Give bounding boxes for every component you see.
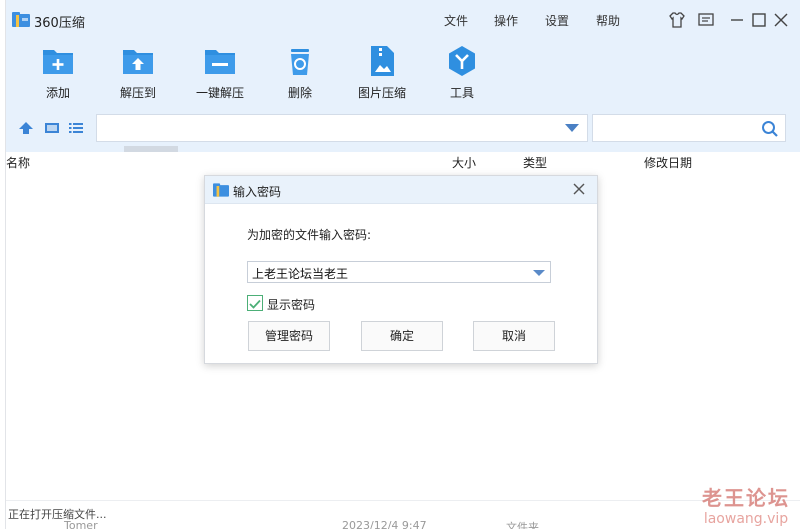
menu-settings[interactable]: 设置 xyxy=(545,12,569,29)
status-bar: 正在打开压缩文件... Tomer 2023/12/4 9:47 文件夹 xyxy=(6,500,800,529)
image-compress-button[interactable]: 图片压缩 xyxy=(342,44,422,100)
title-bar: 360压缩 文件 操作 设置 帮助 xyxy=(6,0,800,40)
delete-icon xyxy=(291,49,309,75)
ghost-row-date: 2023/12/4 9:47 xyxy=(342,519,427,529)
column-header: 名称 大小 类型 修改日期 xyxy=(6,152,800,172)
dialog-prompt: 为加密的文件输入密码: xyxy=(247,228,372,242)
watermark-sub: laowang.vip xyxy=(703,511,789,527)
up-arrow-icon[interactable] xyxy=(18,120,34,136)
extract-to-button[interactable]: 解压到 xyxy=(98,44,178,100)
top-toolbar-area: 360压缩 文件 操作 设置 帮助 添加 解压到 一键解压 删除 图片压缩 工具 xyxy=(6,0,800,152)
feedback-icon[interactable] xyxy=(697,11,715,29)
app-logo-icon xyxy=(12,12,30,27)
password-dropdown-chevron-icon[interactable] xyxy=(533,270,545,276)
add-folder-icon xyxy=(43,50,73,74)
cancel-button[interactable]: 取消 xyxy=(473,321,555,351)
tools-label: 工具 xyxy=(449,86,474,100)
list-view-icon[interactable] xyxy=(68,120,84,136)
menu-help[interactable]: 帮助 xyxy=(596,12,620,29)
app-logo-icon xyxy=(213,183,229,197)
tools-icon xyxy=(449,46,475,76)
add-button[interactable]: 添加 xyxy=(18,44,98,100)
app-title: 360压缩 xyxy=(34,16,85,31)
add-label: 添加 xyxy=(45,86,70,100)
password-input[interactable]: 上老王论坛当老王 xyxy=(247,261,551,283)
tools-button[interactable]: 工具 xyxy=(422,44,502,100)
menu-operation[interactable]: 操作 xyxy=(494,12,518,29)
navigation-row xyxy=(6,112,800,146)
image-compress-label: 图片压缩 xyxy=(357,86,406,100)
one-click-extract-icon xyxy=(205,50,235,74)
screen: 360压缩 文件 操作 设置 帮助 添加 解压到 一键解压 删除 图片压缩 工具… xyxy=(0,0,800,529)
delete-button[interactable]: 删除 xyxy=(260,44,340,100)
minimize-icon[interactable] xyxy=(728,11,746,29)
search-input[interactable] xyxy=(592,114,786,142)
path-field[interactable] xyxy=(96,114,588,142)
dialog-header: 输入密码 xyxy=(205,176,597,204)
ghost-row-name: Tomer xyxy=(64,519,98,529)
close-icon[interactable] xyxy=(772,11,790,29)
shirt-icon[interactable] xyxy=(668,11,686,29)
dialog-title: 输入密码 xyxy=(233,185,282,199)
column-name[interactable]: 名称 xyxy=(6,154,30,171)
column-size[interactable]: 大小 xyxy=(452,154,476,171)
ghost-row-type: 文件夹 xyxy=(506,521,539,529)
delete-label: 删除 xyxy=(287,86,312,100)
one-click-extract-button[interactable]: 一键解压 xyxy=(180,44,260,100)
password-dialog: 输入密码 为加密的文件输入密码: 上老王论坛当老王 显示密码 管理密码 确定 取… xyxy=(204,175,598,364)
manage-password-button[interactable]: 管理密码 xyxy=(248,321,330,351)
show-password-checkbox[interactable] xyxy=(247,295,263,311)
thumbnail-view-icon[interactable] xyxy=(44,120,60,136)
extract-to-icon xyxy=(123,50,153,74)
password-value: 上老王论坛当老王 xyxy=(252,267,349,281)
show-password-label: 显示密码 xyxy=(267,298,316,312)
extract-to-label: 解压到 xyxy=(119,86,156,100)
path-dropdown-chevron-icon[interactable] xyxy=(565,124,579,132)
ok-button[interactable]: 确定 xyxy=(361,321,443,351)
column-type[interactable]: 类型 xyxy=(523,154,547,171)
dialog-close-icon[interactable] xyxy=(571,181,587,197)
watermark-main: 老王论坛 xyxy=(702,486,790,510)
image-compress-icon xyxy=(371,46,394,76)
column-modified-date[interactable]: 修改日期 xyxy=(644,154,692,171)
checkmark-icon xyxy=(249,299,261,309)
menu-file[interactable]: 文件 xyxy=(444,12,468,29)
watermark: 老王论坛 laowang.vip xyxy=(702,482,790,527)
one-click-extract-label: 一键解压 xyxy=(195,86,244,100)
maximize-icon[interactable] xyxy=(750,11,768,29)
search-icon[interactable] xyxy=(761,120,779,138)
